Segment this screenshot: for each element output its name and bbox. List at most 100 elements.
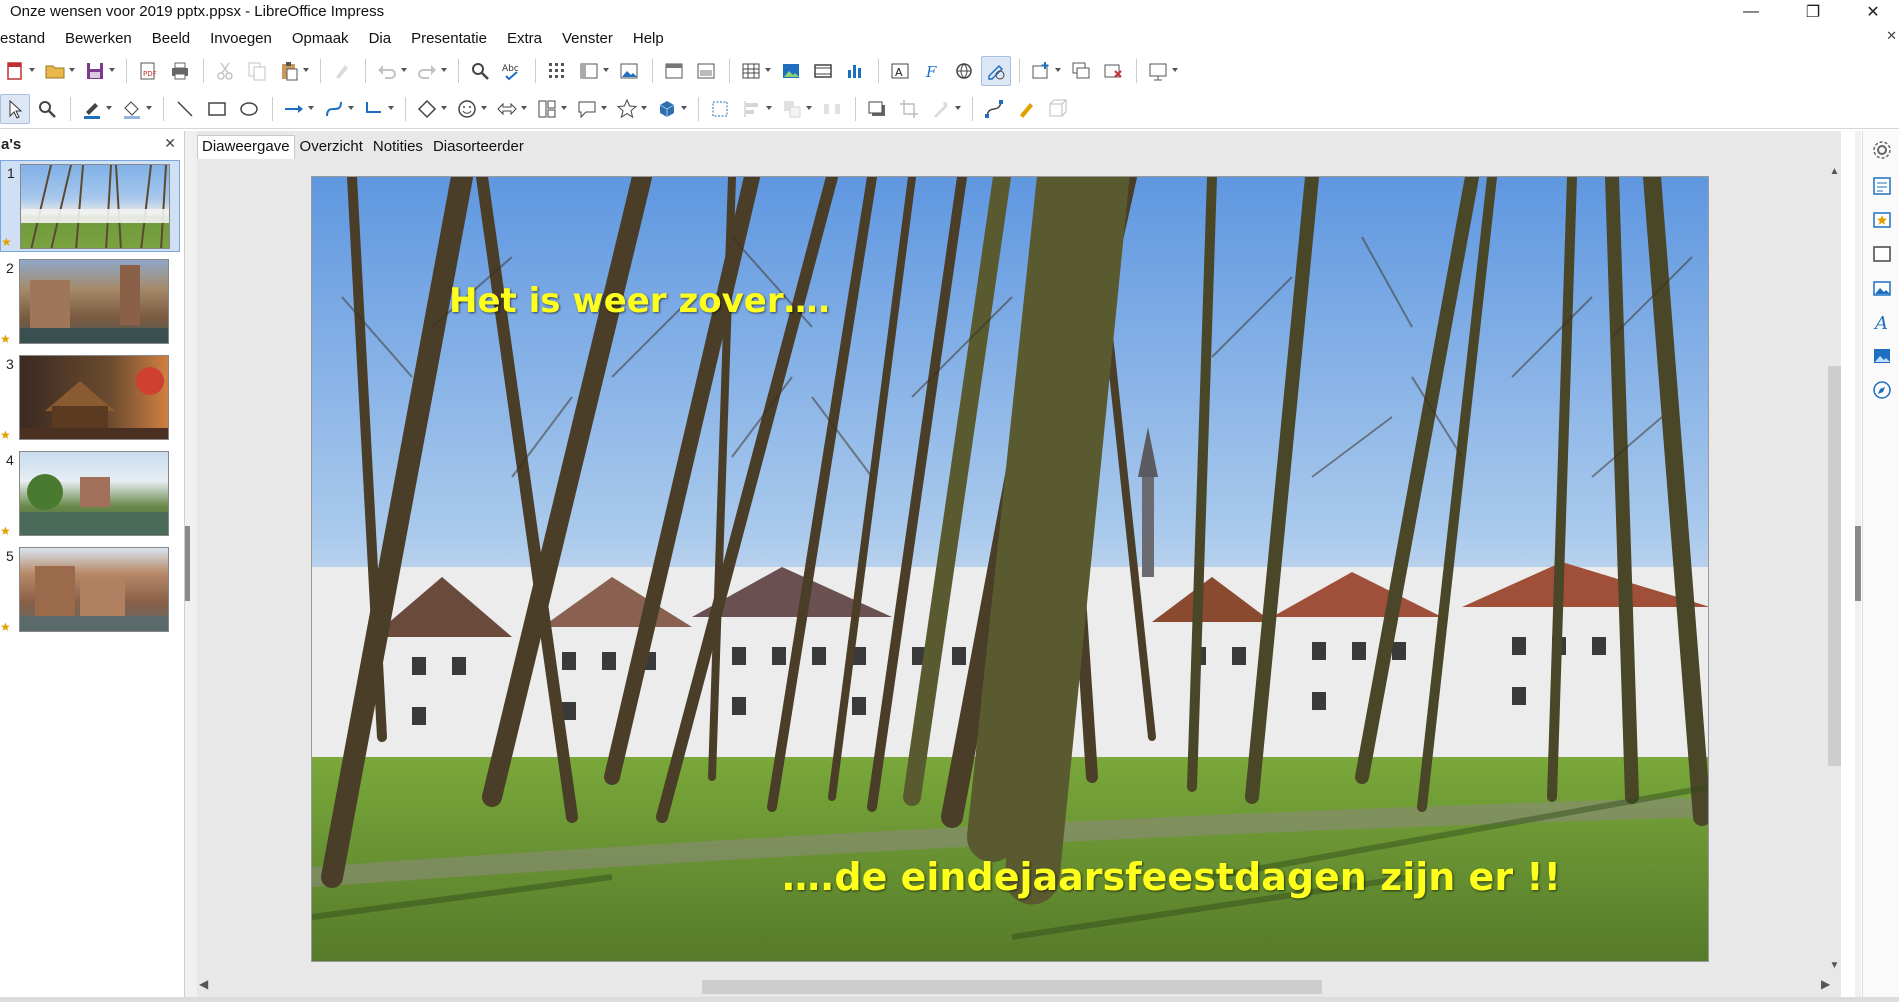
- insert-media-icon[interactable]: [808, 56, 838, 86]
- slide-text-subtitle[interactable]: ….de eindejaarsfeestdagen zijn er !!: [782, 855, 1561, 899]
- insert-table-icon[interactable]: [736, 56, 771, 86]
- save-icon[interactable]: [80, 56, 115, 86]
- vertical-scrollbar[interactable]: ▲ ▼: [1828, 166, 1841, 976]
- points-icon[interactable]: [979, 94, 1009, 124]
- undo-icon[interactable]: [372, 56, 407, 86]
- find-replace-icon[interactable]: [465, 56, 495, 86]
- splitter-handle[interactable]: [185, 526, 190, 601]
- zoom-icon[interactable]: [32, 94, 62, 124]
- curve-tool-icon[interactable]: [319, 94, 354, 124]
- slide-layout-icon[interactable]: [691, 56, 721, 86]
- menu-bewerken[interactable]: Bewerken: [55, 28, 142, 50]
- show-draw-functions-icon[interactable]: [981, 56, 1011, 86]
- maximize-button[interactable]: ❐: [1790, 0, 1836, 24]
- open-folder-icon[interactable]: [40, 56, 75, 86]
- slide-thumbnail-2[interactable]: 2 ★: [0, 256, 180, 348]
- sidebar-settings-gear-icon[interactable]: [1869, 137, 1895, 163]
- block-arrows-icon[interactable]: [492, 94, 527, 124]
- scroll-left-icon[interactable]: ◀: [199, 977, 208, 991]
- crop-icon[interactable]: [894, 94, 924, 124]
- 3d-objects-icon[interactable]: [652, 94, 687, 124]
- insert-image-icon[interactable]: [776, 56, 806, 86]
- glue-points-icon[interactable]: [1011, 94, 1041, 124]
- fill-color-icon[interactable]: [117, 94, 152, 124]
- filter-icon[interactable]: [926, 94, 961, 124]
- new-slide-icon[interactable]: [1026, 56, 1061, 86]
- slide-thumbnail-3[interactable]: 3 ★: [0, 352, 180, 444]
- menu-extra[interactable]: Extra: [497, 28, 552, 50]
- image-icon[interactable]: [614, 56, 644, 86]
- star-icon[interactable]: [612, 94, 647, 124]
- basic-shapes-icon[interactable]: [412, 94, 447, 124]
- shadow-icon[interactable]: [862, 94, 892, 124]
- menu-bestand[interactable]: estand: [0, 28, 55, 50]
- tab-notities[interactable]: Notities: [368, 135, 428, 159]
- rotate-icon[interactable]: [705, 94, 735, 124]
- styles-icon[interactable]: A: [1869, 309, 1895, 335]
- menu-dia[interactable]: Dia: [359, 28, 402, 50]
- clone-formatting-icon[interactable]: [327, 56, 357, 86]
- insert-fontwork-icon[interactable]: F: [917, 56, 947, 86]
- menu-invoegen[interactable]: Invoegen: [200, 28, 282, 50]
- slide-pane-splitter[interactable]: [185, 131, 197, 997]
- paste-icon[interactable]: [274, 56, 309, 86]
- splitter-handle[interactable]: [1855, 526, 1861, 601]
- slide-thumbnail-1[interactable]: 1 ★: [0, 160, 180, 252]
- slide-canvas[interactable]: Het is weer zover…. ….de eindejaarsfeest…: [311, 176, 1709, 962]
- properties-icon[interactable]: [1869, 173, 1895, 199]
- line-color-icon[interactable]: [77, 94, 112, 124]
- slide-show-icon[interactable]: [1143, 56, 1178, 86]
- tab-diasorteerder[interactable]: Diasorteerder: [428, 135, 529, 159]
- animation-icon[interactable]: [1869, 275, 1895, 301]
- grid-icon[interactable]: [542, 56, 572, 86]
- cut-icon[interactable]: [210, 56, 240, 86]
- scroll-up-icon[interactable]: ▲: [1828, 166, 1841, 180]
- vertical-scroll-thumb[interactable]: [1828, 366, 1841, 766]
- close-document-icon[interactable]: ✕: [1886, 28, 1897, 44]
- duplicate-slide-icon[interactable]: [1066, 56, 1096, 86]
- symbol-shapes-icon[interactable]: [452, 94, 487, 124]
- print-icon[interactable]: [165, 56, 195, 86]
- delete-slide-icon[interactable]: [1098, 56, 1128, 86]
- insert-chart-icon[interactable]: [840, 56, 870, 86]
- tab-overzicht[interactable]: Overzicht: [295, 135, 368, 159]
- callout-icon[interactable]: [572, 94, 607, 124]
- copy-icon[interactable]: [242, 56, 272, 86]
- menu-opmaak[interactable]: Opmaak: [282, 28, 359, 50]
- flowchart-icon[interactable]: [532, 94, 567, 124]
- navigator-icon[interactable]: [1869, 377, 1895, 403]
- line-tool-icon[interactable]: [170, 94, 200, 124]
- ellipse-tool-icon[interactable]: [234, 94, 264, 124]
- master-slides-icon[interactable]: [1869, 241, 1895, 267]
- arrow-line-icon[interactable]: [279, 94, 314, 124]
- horizontal-scrollbar[interactable]: ◀ ▶: [197, 977, 1841, 995]
- new-document-button[interactable]: [0, 56, 35, 86]
- display-views-icon[interactable]: [574, 56, 609, 86]
- insert-textbox-icon[interactable]: A: [885, 56, 915, 86]
- distribute-icon[interactable]: [817, 94, 847, 124]
- scroll-right-icon[interactable]: ▶: [1821, 977, 1830, 991]
- gallery-icon[interactable]: [1869, 343, 1895, 369]
- horizontal-scroll-thumb[interactable]: [702, 980, 1322, 994]
- master-slide-icon[interactable]: [659, 56, 689, 86]
- slide-transition-icon[interactable]: [1869, 207, 1895, 233]
- slide-thumbnail-5[interactable]: 5 ★: [0, 544, 180, 636]
- slide-thumbnail-4[interactable]: 4 ★: [0, 448, 180, 540]
- arrange-icon[interactable]: [777, 94, 812, 124]
- tab-diaweergave[interactable]: Diaweergave: [197, 135, 295, 159]
- align-objects-icon[interactable]: [737, 94, 772, 124]
- redo-icon[interactable]: [412, 56, 447, 86]
- select-pointer-icon[interactable]: [0, 94, 30, 124]
- connector-icon[interactable]: [359, 94, 394, 124]
- spellcheck-icon[interactable]: Abc: [497, 56, 527, 86]
- insert-hyperlink-icon[interactable]: [949, 56, 979, 86]
- rectangle-tool-icon[interactable]: [202, 94, 232, 124]
- toggle-extrusion-icon[interactable]: [1043, 94, 1073, 124]
- menu-presentatie[interactable]: Presentatie: [401, 28, 497, 50]
- slide-text-title[interactable]: Het is weer zover….: [449, 281, 831, 321]
- menu-help[interactable]: Help: [623, 28, 674, 50]
- menu-beeld[interactable]: Beeld: [142, 28, 200, 50]
- scroll-down-icon[interactable]: ▼: [1828, 960, 1841, 974]
- minimize-button[interactable]: —: [1728, 0, 1774, 24]
- close-window-button[interactable]: ✕: [1850, 0, 1896, 24]
